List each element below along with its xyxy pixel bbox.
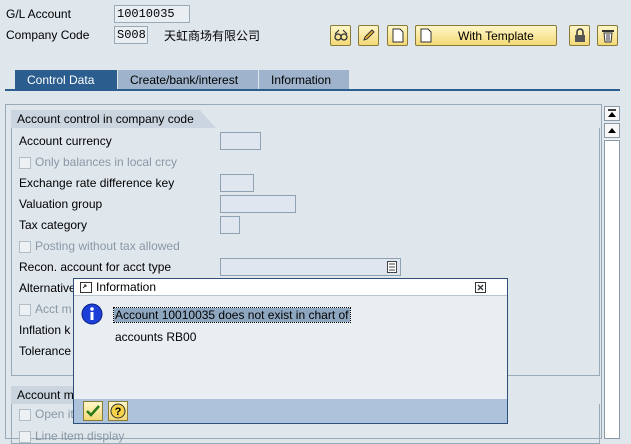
scroll-top-button[interactable]: [604, 106, 620, 121]
posting-without-tax-label: Posting without tax allowed: [35, 239, 180, 253]
dialog-message-line2: accounts RB00: [115, 330, 197, 344]
vertical-scrollbar[interactable]: [604, 106, 620, 439]
dialog-window-icon: [80, 282, 92, 293]
open-item-checkbox[interactable]: [19, 409, 31, 421]
scroll-top-icon: [608, 109, 616, 117]
recon-account-dropdown[interactable]: [220, 258, 401, 276]
recon-account-label: Recon. account for acct type: [19, 260, 172, 274]
account-currency-field[interactable]: [220, 132, 261, 150]
company-code-label: Company Code: [6, 28, 90, 42]
only-balances-label: Only balances in local crcy: [35, 155, 178, 169]
checkmark-icon: [86, 405, 100, 417]
create-button[interactable]: [387, 25, 408, 46]
tax-category-label: Tax category: [19, 218, 88, 232]
lock-icon: [575, 28, 585, 42]
help-button[interactable]: ?: [108, 401, 128, 421]
tab-create-bank-interest[interactable]: Create/bank/interest: [118, 70, 258, 89]
account-control-header: Account control in company code: [11, 110, 216, 128]
alternative-label: Alternative: [19, 281, 76, 295]
scroll-up-button[interactable]: [604, 123, 620, 138]
inflation-label: Inflation k: [19, 323, 71, 337]
exchange-rate-key-field[interactable]: [220, 174, 254, 192]
help-icon: ?: [110, 403, 126, 419]
new-document-icon: [392, 28, 404, 43]
dialog-close-button[interactable]: [475, 282, 486, 293]
dialog-titlebar: Information: [74, 279, 507, 296]
dialog-message-line1: Account 10010035 does not exist in chart…: [113, 307, 351, 323]
change-button[interactable]: [358, 25, 379, 46]
dialog-footer: ?: [74, 399, 507, 423]
glasses-icon: [334, 29, 348, 41]
information-dialog: Information Account 10010035 does not ex…: [73, 278, 508, 424]
scroll-up-icon: [608, 128, 616, 133]
display-button[interactable]: [330, 25, 351, 46]
valuation-group-field[interactable]: [220, 195, 296, 213]
tab-information[interactable]: Information: [259, 70, 349, 89]
line-item-checkbox[interactable]: [19, 431, 31, 443]
tax-category-field[interactable]: [220, 216, 240, 234]
tab-strip-line: [5, 89, 620, 91]
template-document-icon: [420, 28, 432, 43]
acct-checkbox[interactable]: [19, 304, 31, 316]
scroll-thumb[interactable]: [604, 140, 620, 439]
trash-icon: [602, 30, 614, 43]
dialog-title: Information: [96, 280, 157, 294]
with-template-label: With Template: [458, 29, 534, 43]
tolerance-label: Tolerance: [19, 344, 72, 358]
posting-without-tax-checkbox[interactable]: [19, 241, 31, 253]
with-template-button[interactable]: With Template: [415, 25, 557, 46]
gl-account-field[interactable]: 10010035: [114, 5, 190, 23]
ok-button[interactable]: [83, 401, 103, 421]
pencil-icon: [363, 29, 375, 41]
company-name: 天虹商场有限公司: [164, 29, 261, 43]
gl-account-label: G/L Account: [6, 7, 71, 21]
acct-label: Acct m: [35, 302, 72, 316]
block-button[interactable]: [569, 25, 590, 46]
delete-button[interactable]: [597, 25, 618, 46]
dropdown-list-icon: [387, 261, 397, 273]
account-currency-label: Account currency: [19, 134, 112, 148]
exchange-rate-key-label: Exchange rate difference key: [19, 176, 175, 190]
svg-text:?: ?: [115, 406, 122, 418]
close-icon: [477, 284, 484, 291]
info-icon: [81, 303, 103, 325]
tab-control-data[interactable]: Control Data: [15, 70, 117, 90]
only-balances-checkbox[interactable]: [19, 157, 31, 169]
line-item-label: Line item display: [35, 429, 125, 443]
company-code-field[interactable]: S008: [114, 26, 148, 44]
valuation-group-label: Valuation group: [19, 197, 103, 211]
open-item-label: Open it: [35, 407, 74, 421]
